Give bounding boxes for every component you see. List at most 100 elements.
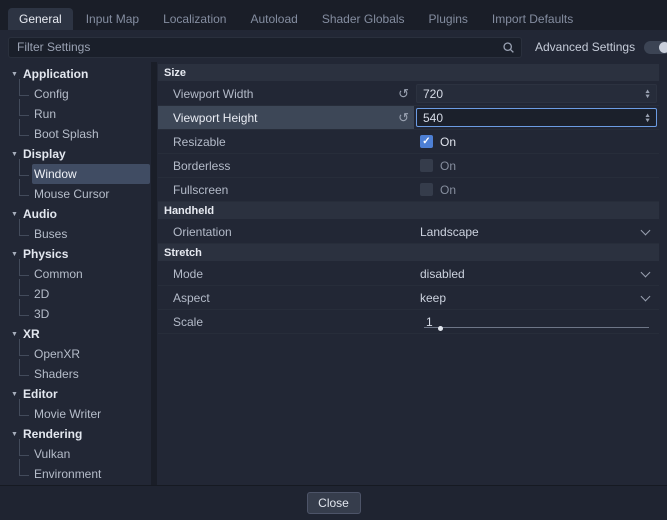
sidebar-item-common[interactable]: Common — [8, 264, 150, 284]
filter-settings-input[interactable] — [15, 39, 502, 55]
dropdown-aspect[interactable]: keep — [416, 286, 657, 309]
sidebar-item-movie-writer[interactable]: Movie Writer — [8, 404, 150, 424]
property-label: Aspect — [173, 291, 414, 305]
close-button[interactable]: Close — [307, 492, 361, 514]
tree-guide-line — [19, 359, 29, 376]
spin-updown-icon[interactable]: ▲▼ — [641, 89, 654, 99]
revert-icon[interactable]: ↺ — [398, 111, 409, 124]
tree-guide-line — [19, 399, 29, 416]
sidebar-item-environment[interactable]: Environment — [8, 464, 150, 484]
filter-settings-field[interactable] — [8, 37, 522, 58]
tree-guide-line — [19, 119, 29, 136]
sidebar-item-editor[interactable]: ▼Editor — [8, 384, 150, 404]
revert-icon[interactable]: ↺ — [398, 87, 409, 100]
slider-grabber[interactable] — [438, 326, 443, 331]
tab-plugins[interactable]: Plugins — [418, 8, 479, 30]
expand-arrow-icon[interactable]: ▼ — [8, 431, 21, 438]
property-value-cell: 1 — [414, 310, 659, 333]
sidebar-item-label: Application — [21, 64, 150, 84]
split-handle[interactable] — [151, 62, 157, 485]
sidebar-item-openxr[interactable]: OpenXR — [8, 344, 150, 364]
sidebar-item-audio[interactable]: ▼Audio — [8, 204, 150, 224]
property-label-cell: Aspect — [158, 286, 414, 309]
section-title: Size — [164, 67, 186, 79]
sidebar-item-label: Editor — [21, 384, 150, 404]
spinbox-viewport-height[interactable]: 540▲▼ — [416, 108, 657, 127]
property-label-cell: Borderless — [158, 154, 414, 177]
section-header-handheld: Handheld — [158, 202, 659, 219]
dropdown-orientation[interactable]: Landscape — [416, 220, 657, 243]
property-row-borderless: Borderless On — [158, 154, 659, 178]
property-label-cell: Viewport Height↺ — [158, 106, 414, 129]
tree-guide-line — [19, 259, 29, 276]
spin-updown-icon[interactable]: ▲▼ — [641, 113, 654, 123]
checkbox-fullscreen[interactable] — [420, 183, 433, 196]
tree-guide-line — [19, 299, 29, 316]
tab-input-map[interactable]: Input Map — [75, 8, 150, 30]
expand-arrow-icon[interactable]: ▼ — [8, 391, 21, 398]
slider-track — [424, 327, 649, 328]
checkbox-state-label: On — [440, 159, 456, 173]
sidebar-item-label: Window — [32, 164, 150, 184]
sidebar-item-label: OpenXR — [32, 344, 150, 364]
footer: Close — [0, 485, 667, 520]
sidebar-item-shaders[interactable]: Shaders — [8, 364, 150, 384]
expand-arrow-icon[interactable]: ▼ — [8, 71, 21, 78]
property-label: Mode — [173, 267, 414, 281]
property-row-aspect: Aspect keep — [158, 286, 659, 310]
sidebar-item-display[interactable]: ▼Display — [8, 144, 150, 164]
sidebar-item-boot-splash[interactable]: Boot Splash — [8, 124, 150, 144]
sidebar-item-label: Vulkan — [32, 444, 150, 464]
checkbox-borderless[interactable] — [420, 159, 433, 172]
sidebar-item-label: Shaders — [32, 364, 150, 384]
checkbox-state-label: On — [440, 183, 456, 197]
spinbox-viewport-width[interactable]: 720▲▼ — [416, 84, 657, 103]
slider-scale[interactable]: 1 — [416, 310, 657, 333]
expand-arrow-icon[interactable]: ▼ — [8, 211, 21, 218]
expand-arrow-icon[interactable]: ▼ — [8, 151, 21, 158]
sidebar-item-rendering[interactable]: ▼Rendering — [8, 424, 150, 444]
property-row-orientation: OrientationLandscape — [158, 220, 659, 244]
sidebar-item-buses[interactable]: Buses — [8, 224, 150, 244]
sidebar-item-label: Common — [32, 264, 150, 284]
advanced-settings-label: Advanced Settings — [535, 40, 635, 54]
property-row-resizable: Resizable✓On — [158, 130, 659, 154]
search-icon — [502, 41, 515, 54]
property-label-cell: Scale — [158, 310, 414, 333]
sidebar-item-window[interactable]: Window — [8, 164, 150, 184]
property-label: Borderless — [173, 159, 414, 173]
property-label: Orientation — [173, 225, 414, 239]
sidebar-item-run[interactable]: Run — [8, 104, 150, 124]
sidebar-item-mouse-cursor[interactable]: Mouse Cursor — [8, 184, 150, 204]
sidebar-item-config[interactable]: Config — [8, 84, 150, 104]
sidebar-item-vulkan[interactable]: Vulkan — [8, 444, 150, 464]
sidebar-item-label: XR — [21, 324, 150, 344]
tab-localization[interactable]: Localization — [152, 8, 237, 30]
dropdown-value: keep — [420, 291, 642, 305]
expand-arrow-icon[interactable]: ▼ — [8, 251, 21, 258]
property-value-cell: 720▲▼ — [414, 82, 659, 105]
property-value-cell: disabled — [414, 262, 659, 285]
property-row-mode: Modedisabled — [158, 262, 659, 286]
sidebar-item-application[interactable]: ▼Application — [8, 64, 150, 84]
checkbox-resizable[interactable]: ✓ — [420, 135, 433, 148]
tab-autoload[interactable]: Autoload — [239, 8, 308, 30]
tab-shader-globals[interactable]: Shader Globals — [311, 8, 416, 30]
tab-general[interactable]: General — [8, 8, 73, 30]
property-label-cell: Viewport Width↺ — [158, 82, 414, 105]
sidebar-item-2d[interactable]: 2D — [8, 284, 150, 304]
advanced-settings-toggle[interactable] — [644, 41, 667, 54]
sidebar-item-label: Physics — [21, 244, 150, 264]
sidebar-item-xr[interactable]: ▼XR — [8, 324, 150, 344]
tree-guide-line — [19, 279, 29, 296]
tab-import-defaults[interactable]: Import Defaults — [481, 8, 584, 30]
expand-arrow-icon[interactable]: ▼ — [8, 331, 21, 338]
dropdown-mode[interactable]: disabled — [416, 262, 657, 285]
sidebar-item-physics[interactable]: ▼Physics — [8, 244, 150, 264]
sidebar-item-label: Movie Writer — [32, 404, 150, 424]
property-label-cell: Mode — [158, 262, 414, 285]
tree-guide-line — [19, 339, 29, 356]
sidebar-item-3d[interactable]: 3D — [8, 304, 150, 324]
sidebar-item-label: Environment — [32, 464, 150, 484]
tree-guide-line — [19, 79, 29, 96]
